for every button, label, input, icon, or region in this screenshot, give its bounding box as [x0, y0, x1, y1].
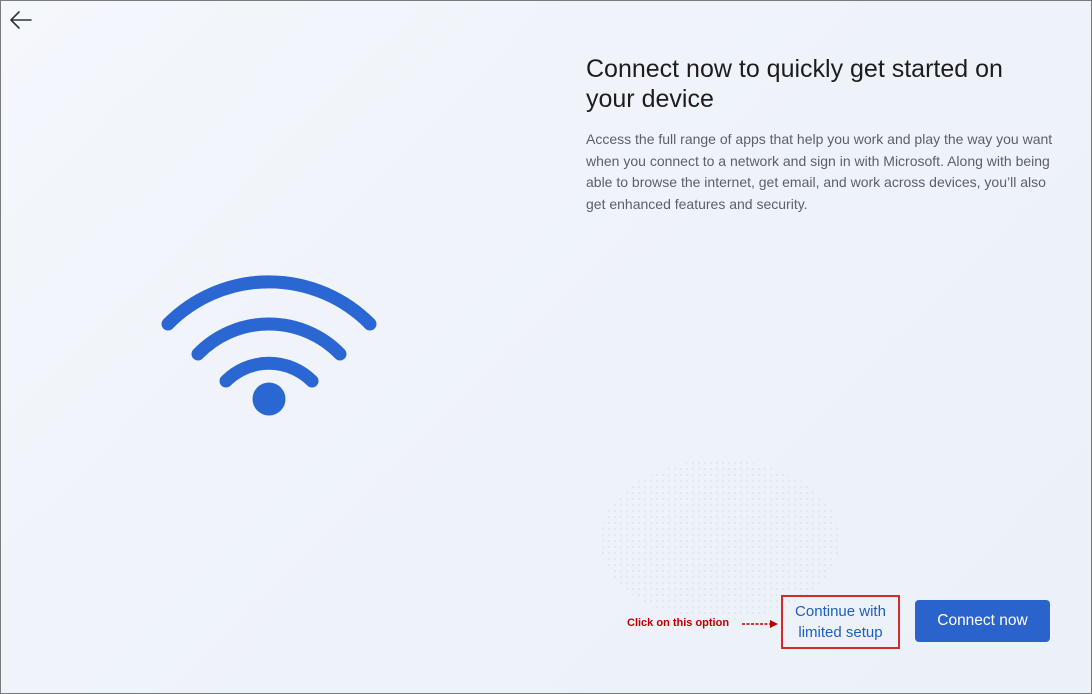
annotation-note: Click on this option: [627, 617, 730, 629]
page-description: Access the full range of apps that help …: [586, 131, 1053, 212]
page-title: Connect now to quickly get started on yo…: [586, 55, 1003, 113]
continue-limited-setup-label: Continue with limited setup: [795, 603, 886, 641]
right-arrow-icon: [742, 620, 778, 628]
wifi-illustration: [150, 250, 390, 430]
continue-limited-setup-button[interactable]: Continue with limited setup: [781, 595, 900, 649]
wifi-icon: [161, 275, 377, 416]
connect-now-label: Connect now: [937, 612, 1028, 629]
back-button[interactable]: [8, 8, 34, 32]
connect-now-button[interactable]: Connect now: [915, 600, 1050, 642]
back-arrow-icon: [10, 11, 32, 29]
